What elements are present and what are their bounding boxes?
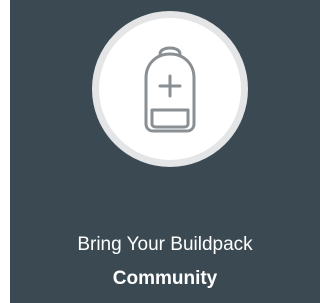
tile-title: Bring Your Buildpack xyxy=(77,234,253,255)
backpack-plus-icon xyxy=(144,46,196,133)
bring-your-buildpack-tile[interactable]: Bring Your Buildpack Community xyxy=(10,0,320,303)
icon-circle xyxy=(92,11,248,167)
tile-subtitle: Community xyxy=(112,268,218,289)
